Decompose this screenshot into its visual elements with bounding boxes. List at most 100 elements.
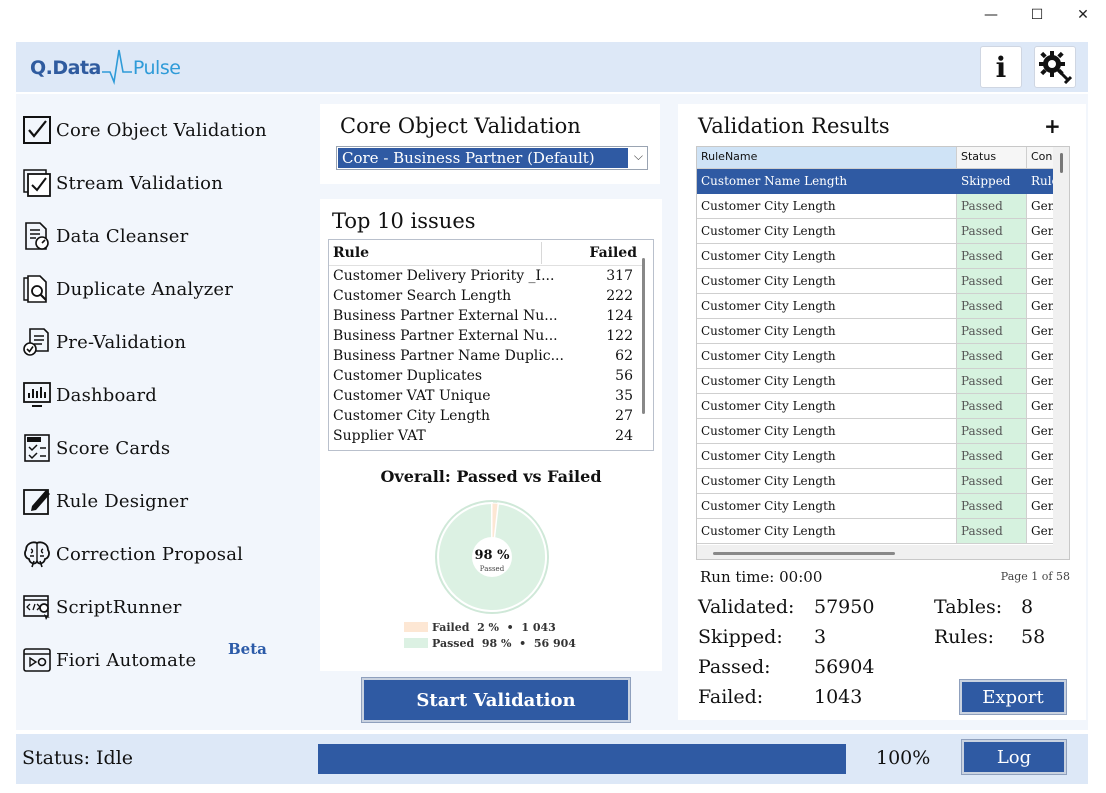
legend-separator: •: [506, 620, 514, 634]
chart-legend: Failed 2 % • 1 043 Passed 98 % • 56 904: [404, 619, 576, 651]
sidebar-item-stream-validation[interactable]: Stream Validation: [22, 165, 223, 201]
column-divider: [541, 242, 542, 264]
list-item[interactable]: Customer VAT Unique 35: [333, 388, 633, 408]
grid-horizontal-scrollbar[interactable]: [713, 552, 895, 555]
status-bar: Status: Idle 100% Log: [16, 734, 1088, 784]
rules-label: Rules:: [934, 626, 995, 648]
sidebar-item-score-cards[interactable]: Score Cards: [22, 430, 170, 466]
cell-status: Passed: [957, 519, 1027, 544]
issue-failed: 62: [615, 348, 633, 364]
cell-rulename: Customer City Length: [697, 194, 957, 219]
status-text: Status: Idle: [22, 747, 134, 769]
gear-wrench-icon: [1039, 51, 1072, 84]
list-item[interactable]: Supplier VAT 24: [333, 428, 633, 448]
cell-rulename: Customer City Length: [697, 344, 957, 369]
list-item[interactable]: Customer City Length 27: [333, 408, 633, 428]
column-header-status[interactable]: Status: [957, 147, 1027, 169]
sidebar-item-label: Data Cleanser: [56, 225, 189, 247]
cell-rulename: Customer City Length: [697, 294, 957, 319]
cell-rulename: Customer City Length: [697, 244, 957, 269]
table-row[interactable]: Customer City Length Passed Gen: [697, 319, 1053, 344]
column-header-rulename[interactable]: RuleName: [697, 147, 957, 169]
cell-con: Gen: [1027, 519, 1053, 544]
document-search-icon: [22, 274, 52, 304]
list-item[interactable]: Customer Delivery Priority _I... 317: [333, 268, 633, 288]
sidebar-item-scriptrunner[interactable]: ScriptRunner: [22, 589, 182, 625]
legend-name: Failed: [432, 620, 470, 634]
pulse-icon: [101, 49, 132, 86]
table-row[interactable]: Customer City Length Passed Gen: [697, 344, 1053, 369]
add-icon[interactable]: +: [1044, 114, 1061, 138]
core-object-select[interactable]: Core - Business Partner (Default) ⌵: [336, 146, 648, 170]
beta-badge: Beta: [228, 640, 267, 658]
sidebar-item-core-object-validation[interactable]: Core Object Validation: [22, 112, 267, 148]
cell-con: Gen: [1027, 444, 1053, 469]
top-issues-list[interactable]: Rule Failed Customer Delivery Priority _…: [328, 239, 654, 451]
table-row[interactable]: Customer City Length Passed Gen: [697, 369, 1053, 394]
table-row[interactable]: Customer City Length Passed Gen: [697, 444, 1053, 469]
grid-vertical-scrollbar[interactable]: [1060, 153, 1063, 173]
logo-text-right: Pulse: [132, 57, 181, 79]
sidebar-item-label: Score Cards: [56, 437, 171, 459]
cell-rulename: Customer City Length: [697, 219, 957, 244]
list-item[interactable]: Customer Search Length 222: [333, 288, 633, 308]
sidebar-item-pre-validation[interactable]: Pre-Validation: [22, 324, 186, 360]
cell-rulename: Customer City Length: [697, 469, 957, 494]
legend-separator: •: [519, 636, 527, 650]
issue-rule: Business Partner External Nu...: [333, 308, 558, 324]
sidebar-item-data-cleanser[interactable]: Data Cleanser: [22, 218, 188, 254]
table-row[interactable]: Customer City Length Passed Gen: [697, 394, 1053, 419]
results-grid[interactable]: RuleName Status Con Customer Name Length…: [696, 146, 1070, 560]
start-validation-button[interactable]: Start Validation: [362, 678, 630, 722]
cell-con: Gen: [1027, 419, 1053, 444]
sidebar-item-fiori-automate[interactable]: Fiori Automate: [22, 642, 196, 678]
table-row[interactable]: Customer City Length Passed Gen: [697, 244, 1053, 269]
list-item[interactable]: Business Partner Name Duplic... 62: [333, 348, 633, 368]
script-gear-icon: [22, 592, 52, 622]
sidebar-item-duplicate-analyzer[interactable]: Duplicate Analyzer: [22, 271, 233, 307]
log-button[interactable]: Log: [962, 740, 1066, 774]
table-row[interactable]: Customer Name LengthSkippedRule: [697, 169, 1053, 194]
list-item[interactable]: Business Partner External Nu... 122: [333, 328, 633, 348]
progress-fill: [318, 744, 846, 774]
validated-value: 57950: [814, 596, 875, 618]
table-row[interactable]: Customer City Length Passed Gen: [697, 194, 1053, 219]
settings-button[interactable]: [1034, 46, 1076, 88]
column-header-failed[interactable]: Failed: [589, 245, 637, 261]
export-button[interactable]: Export: [960, 680, 1066, 714]
table-row[interactable]: Customer City Length Passed Gen: [697, 294, 1053, 319]
cell-status: Passed: [957, 469, 1027, 494]
maximize-button[interactable]: ☐: [1014, 0, 1060, 30]
donut-center-value: 98 %: [475, 548, 511, 563]
close-button[interactable]: ✕: [1060, 0, 1106, 30]
sidebar-item-label: Duplicate Analyzer: [56, 278, 234, 300]
pencil-icon: [22, 486, 52, 516]
table-row[interactable]: Customer City Length Passed Gen: [697, 269, 1053, 294]
table-row[interactable]: Customer City Length Passed Gen: [697, 469, 1053, 494]
sidebar-item-dashboard[interactable]: Dashboard: [22, 377, 157, 413]
table-row[interactable]: Customer City Length Passed Gen: [697, 419, 1053, 444]
table-row[interactable]: Customer City Length Passed Gen: [697, 519, 1053, 544]
cell-rulename: Customer City Length: [697, 419, 957, 444]
sidebar-item-label: Pre-Validation: [56, 331, 187, 353]
info-icon: i: [995, 50, 1007, 84]
sidebar-item-rule-designer[interactable]: Rule Designer: [22, 483, 188, 519]
table-row[interactable]: Customer City Length Passed Gen: [697, 219, 1053, 244]
list-scrollbar[interactable]: [642, 258, 645, 414]
table-row[interactable]: Customer City Length Passed Gen: [697, 494, 1053, 519]
issue-failed: 317: [606, 268, 633, 284]
list-item[interactable]: Business Partner External Nu... 124: [333, 308, 633, 328]
sidebar-item-correction-proposal[interactable]: Correction Proposal: [22, 536, 243, 572]
minimize-button[interactable]: —: [968, 0, 1014, 30]
cell-rulename: Customer City Length: [697, 269, 957, 294]
info-button[interactable]: i: [980, 46, 1022, 88]
column-header-con[interactable]: Con: [1027, 147, 1053, 169]
cell-con: Gen: [1027, 494, 1053, 519]
progress-bar: [318, 744, 846, 774]
cell-status: Skipped: [957, 169, 1027, 194]
rules-value: 58: [1021, 626, 1046, 648]
list-item[interactable]: Customer Duplicates 56: [333, 368, 633, 388]
column-header-rule[interactable]: Rule: [333, 245, 369, 261]
cell-rulename: Customer City Length: [697, 519, 957, 544]
cell-status: Passed: [957, 294, 1027, 319]
